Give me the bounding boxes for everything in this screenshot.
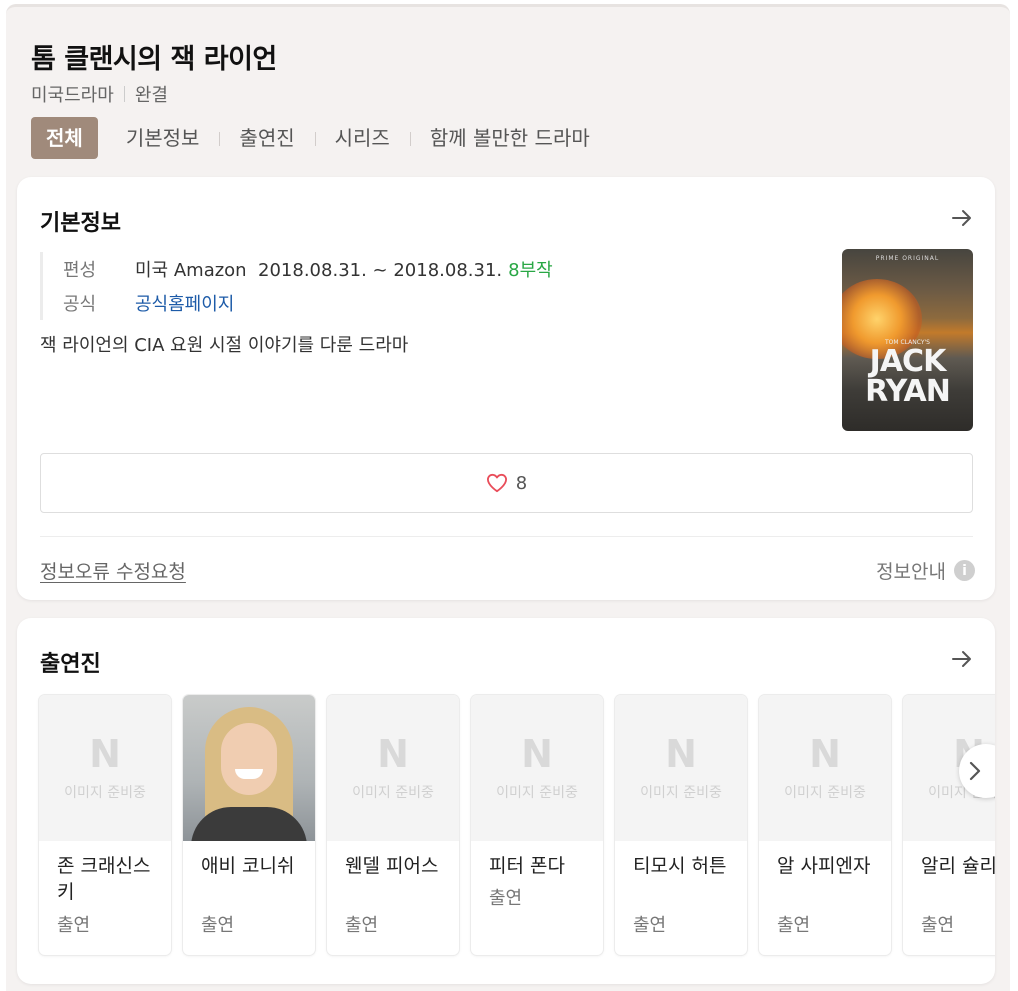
cast-name: 피터 폰다: [489, 855, 565, 877]
placeholder-text: 이미지 준비중: [352, 785, 434, 801]
cast-role: 출연: [921, 915, 955, 936]
broadcast-value: 미국 Amazon 2018.08.31. ~ 2018.08.31.: [135, 260, 503, 281]
placeholder-text: 이미지 준비중: [496, 785, 578, 801]
cast-item[interactable]: N 이미지 준비중 티모시 허튼 출연: [615, 695, 747, 955]
cast-role: 출연: [345, 915, 379, 936]
placeholder-text: 이미지 준비중: [64, 785, 146, 801]
cast-item[interactable]: N 이미지 준비중 웬델 피어스 출연: [327, 695, 459, 955]
cast-photo: [183, 695, 315, 841]
image-placeholder: N 이미지 준비중: [615, 695, 747, 841]
basic-info-title[interactable]: 기본정보: [40, 205, 121, 237]
info-list: 편성 미국 Amazon 2018.08.31. ~ 2018.08.31. 8…: [40, 252, 553, 320]
genre-text[interactable]: 미국드라마: [31, 81, 114, 107]
tab-bar: 전체 기본정보 출연진 시리즈 함께 볼만한 드라마: [31, 117, 610, 159]
like-count: 8: [515, 472, 528, 494]
arrow-right-icon[interactable]: [949, 646, 975, 672]
poster-image[interactable]: PRIME ORIGINAL TOM CLANCY'S JACK RYAN: [842, 249, 973, 431]
cast-name: 웬델 피어스: [345, 855, 439, 877]
official-homepage-link[interactable]: 공식홈페이지: [135, 290, 234, 316]
cast-role: 출연: [777, 915, 811, 936]
report-error-link[interactable]: 정보오류 수정요청: [40, 557, 186, 584]
heart-icon: [486, 473, 507, 493]
episode-count: 8부작: [508, 260, 553, 281]
info-guide-link[interactable]: 정보안내 i: [876, 557, 975, 584]
chevron-right-icon: [969, 761, 981, 781]
cast-item[interactable]: N 이미지 준비중 알 사피엔자 출연: [759, 695, 891, 955]
placeholder-logo: N: [521, 732, 553, 776]
placeholder-text: 이미지 준비중: [640, 785, 722, 801]
cast-title[interactable]: 출연진: [40, 646, 101, 678]
basic-info-card: 기본정보 편성 미국 Amazon 2018.08.31. ~ 2018.08.…: [17, 177, 995, 600]
placeholder-logo: N: [665, 732, 697, 776]
arrow-right-icon[interactable]: [949, 205, 975, 231]
tab-series[interactable]: 시리즈: [314, 117, 410, 159]
cast-item[interactable]: N 이미지 준비중 알리 슐리만 출연: [903, 695, 995, 955]
cast-name: 존 크래신스키: [57, 855, 151, 903]
tab-all[interactable]: 전체: [31, 117, 98, 159]
cast-card: 출연진 N 이미지 준비중 존 크래신스키 출연 애비 코니쉬 출연 N 이미지…: [17, 618, 995, 984]
info-guide-label: 정보안내: [876, 561, 946, 583]
cast-item[interactable]: N 이미지 준비중 존 크래신스키 출연: [39, 695, 171, 955]
image-placeholder: N 이미지 준비중: [327, 695, 459, 841]
placeholder-text: 이미지 준비중: [784, 785, 866, 801]
cast-role: 출연: [633, 915, 667, 936]
cast-role: 출연: [489, 888, 523, 909]
meta-line: 미국드라마 완결: [31, 81, 168, 107]
description: 잭 라이언의 CIA 요원 시절 이야기를 다룬 드라마: [40, 335, 409, 356]
image-placeholder: N 이미지 준비중: [759, 695, 891, 841]
like-button[interactable]: 8: [40, 453, 973, 513]
official-row: 공식 공식홈페이지: [63, 286, 553, 320]
poster-title-line1: JACK: [869, 344, 947, 379]
cast-role: 출연: [201, 915, 235, 936]
broadcast-row: 편성 미국 Amazon 2018.08.31. ~ 2018.08.31. 8…: [63, 252, 553, 286]
drama-panel: 톰 클랜시의 잭 라이언 미국드라마 완결 전체 기본정보 출연진 시리즈 함께…: [6, 4, 1010, 991]
divider: [40, 536, 973, 537]
poster-title: JACK RYAN: [842, 347, 973, 407]
cast-item[interactable]: 애비 코니쉬 출연: [183, 695, 315, 955]
official-label: 공식: [63, 294, 97, 315]
cast-name: 티모시 허튼: [633, 855, 727, 877]
placeholder-logo: N: [809, 732, 841, 776]
cast-item[interactable]: N 이미지 준비중 피터 폰다 출연: [471, 695, 603, 955]
cast-name: 애비 코니쉬: [201, 855, 295, 877]
cast-name: 알 사피엔자: [777, 855, 871, 877]
placeholder-logo: N: [89, 732, 121, 776]
page-title: 톰 클랜시의 잭 라이언: [31, 44, 277, 75]
meta-divider: [123, 86, 125, 102]
tab-similar-dramas[interactable]: 함께 볼만한 드라마: [409, 117, 610, 159]
broadcast-label: 편성: [63, 260, 97, 281]
tab-cast[interactable]: 출연진: [219, 117, 314, 159]
poster-title-line2: RYAN: [865, 374, 951, 409]
tab-basic-info[interactable]: 기본정보: [106, 117, 220, 159]
cast-role: 출연: [57, 915, 91, 936]
placeholder-logo: N: [377, 732, 409, 776]
cast-list: N 이미지 준비중 존 크래신스키 출연 애비 코니쉬 출연 N 이미지 준비중…: [39, 695, 995, 955]
info-icon: i: [954, 560, 975, 581]
status-text: 완결: [134, 85, 168, 106]
image-placeholder: N 이미지 준비중: [39, 695, 171, 841]
image-placeholder: N 이미지 준비중: [471, 695, 603, 841]
cast-name: 알리 슐리만: [921, 855, 995, 877]
poster-top-text: PRIME ORIGINAL: [875, 255, 940, 262]
